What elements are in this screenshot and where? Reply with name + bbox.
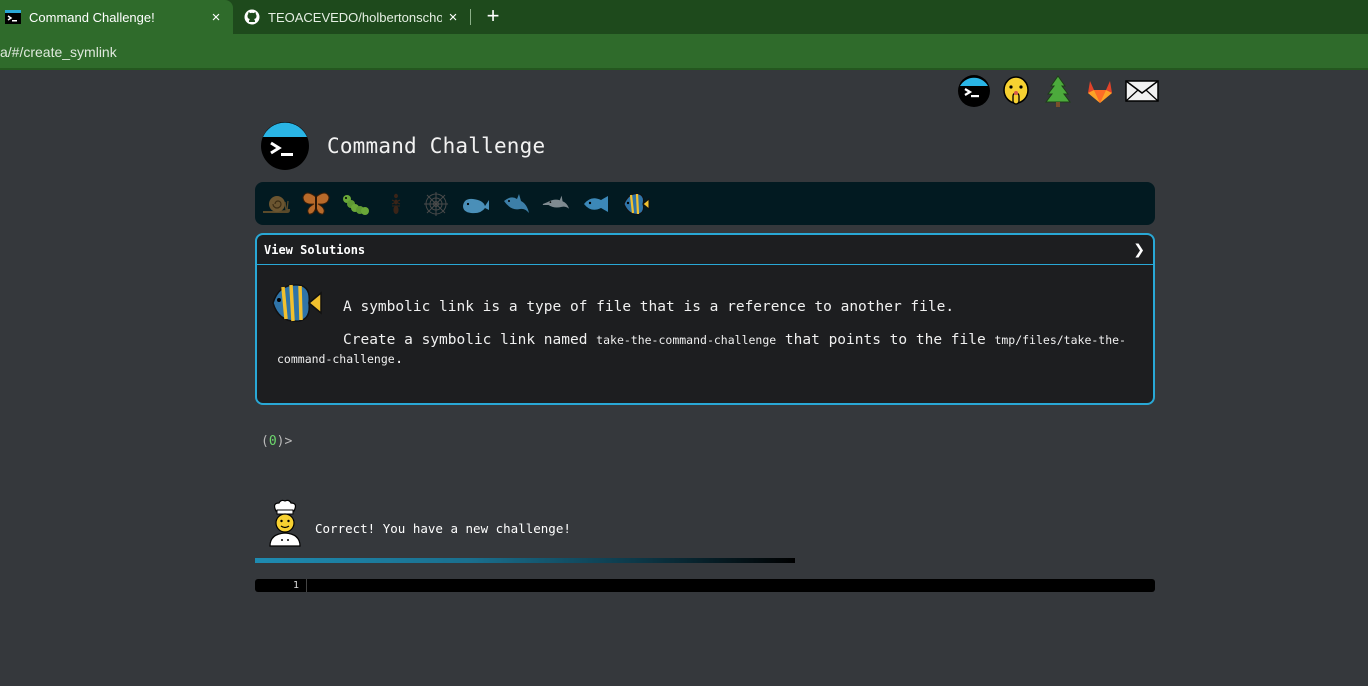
tab-github-repo[interactable]: TEOACEVEDO/holbertonschool-s × bbox=[238, 0, 470, 34]
tab-command-challenge[interactable]: Command Challenge! × bbox=[0, 0, 233, 34]
address-bar[interactable]: a/#/create_symlink bbox=[0, 34, 1368, 70]
shell-prompt: (0)> bbox=[261, 434, 292, 449]
tab-separator bbox=[470, 9, 471, 25]
envelope-icon[interactable] bbox=[1125, 74, 1159, 108]
view-solutions-toggle[interactable]: View Solutions ❯ bbox=[257, 235, 1153, 265]
terminal-favicon-icon bbox=[5, 10, 21, 24]
challenge-task: Create a symbolic link named take-the-co… bbox=[277, 331, 1137, 369]
url-text[interactable]: a/#/create_symlink bbox=[0, 44, 117, 60]
github-icon bbox=[244, 9, 260, 25]
prompt-close: )> bbox=[276, 434, 293, 449]
caterpillar-icon[interactable] bbox=[341, 189, 371, 219]
snail-icon[interactable] bbox=[261, 189, 291, 219]
level-selector bbox=[255, 182, 1155, 225]
butterfly-icon[interactable] bbox=[301, 189, 331, 219]
new-tab-button[interactable]: + bbox=[481, 5, 505, 29]
tab-title: TEOACEVEDO/holbertonschool-s bbox=[268, 9, 442, 25]
challenge-card: View Solutions ❯ A symbolic link is a ty… bbox=[255, 233, 1155, 405]
prompt-count: 0 bbox=[268, 434, 277, 449]
tab-title: Command Challenge! bbox=[29, 9, 155, 25]
gitlab-icon[interactable] bbox=[1083, 74, 1117, 108]
fish-icon[interactable] bbox=[581, 189, 611, 219]
dolphin-icon[interactable] bbox=[541, 189, 571, 219]
spiderweb-icon[interactable] bbox=[421, 189, 451, 219]
task-text: Create a symbolic link named bbox=[343, 332, 597, 348]
line-number: 1 bbox=[255, 579, 307, 592]
whale-icon[interactable] bbox=[461, 189, 491, 219]
tab-close-icon[interactable]: × bbox=[205, 9, 227, 26]
terminal-icon[interactable] bbox=[957, 74, 991, 108]
link-name-code: take-the-command-challenge bbox=[596, 333, 777, 347]
tab-close-icon[interactable]: × bbox=[442, 9, 464, 26]
chef-icon bbox=[269, 499, 301, 547]
page-title: Command Challenge bbox=[327, 134, 546, 158]
shushing-face-icon[interactable] bbox=[999, 74, 1033, 108]
top-icon-bar bbox=[957, 74, 1159, 108]
progress-fill bbox=[255, 558, 795, 563]
browser-tab-bar: Command Challenge! × TEOACEVEDO/holberto… bbox=[0, 0, 1368, 34]
tropical-fish-icon[interactable] bbox=[621, 189, 651, 219]
chevron-right-icon[interactable]: ❯ bbox=[1133, 242, 1145, 258]
tropical-fish-icon bbox=[272, 284, 322, 322]
view-solutions-label: View Solutions bbox=[264, 242, 366, 257]
command-editor[interactable]: 1 bbox=[255, 579, 1155, 592]
tree-icon[interactable] bbox=[1041, 74, 1075, 108]
task-text: . bbox=[394, 351, 404, 367]
prompt-open: ( bbox=[261, 434, 269, 449]
task-text: that points to the file bbox=[776, 332, 995, 348]
ant-icon[interactable] bbox=[381, 189, 411, 219]
shark-icon[interactable] bbox=[501, 189, 531, 219]
challenge-description: A symbolic link is a type of file that i… bbox=[343, 299, 955, 315]
progress-bar bbox=[255, 558, 795, 563]
site-header: Command Challenge bbox=[260, 121, 545, 171]
command-challenge-logo[interactable] bbox=[260, 121, 310, 171]
feedback-message: Correct! You have a new challenge! bbox=[315, 521, 571, 536]
